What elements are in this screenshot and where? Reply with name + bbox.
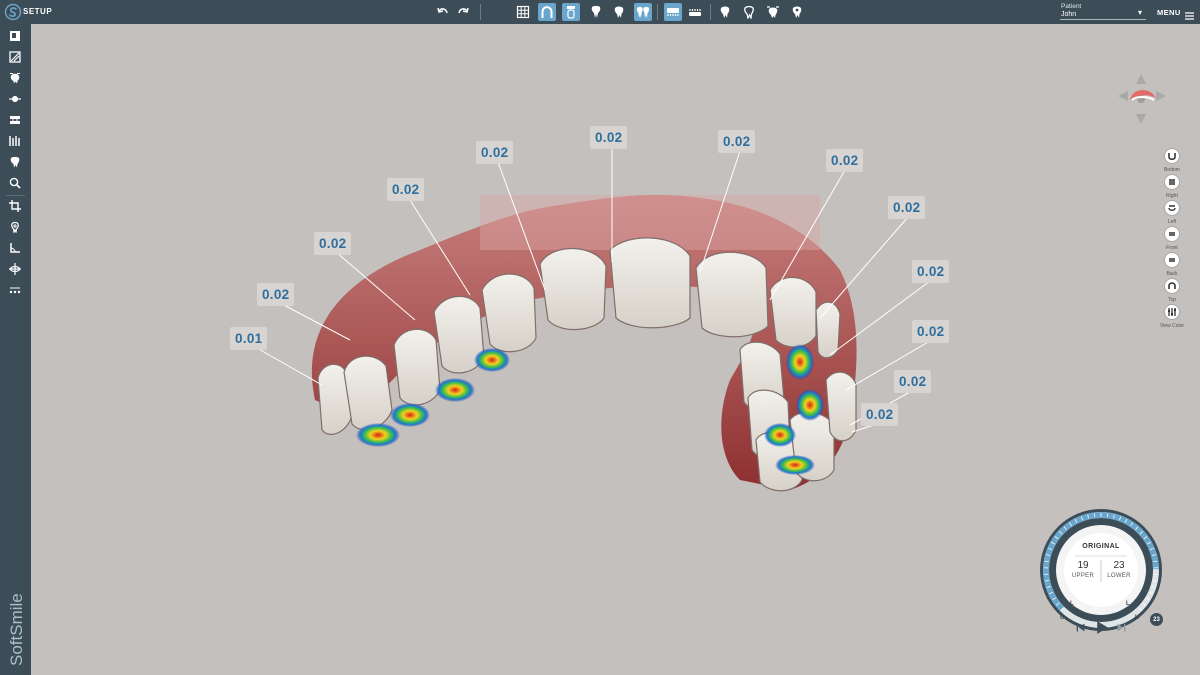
distance-label[interactable]: 0.02 [912, 320, 950, 343]
distance-label[interactable]: 0.02 [257, 283, 295, 306]
distance-label[interactable]: 0.02 [718, 130, 756, 153]
step-forward-icon[interactable] [1114, 620, 1128, 634]
stage-badge: 23 [1150, 613, 1163, 626]
view-left-label: Left [1167, 219, 1177, 225]
distance-label[interactable]: 0.01 [230, 327, 268, 350]
view-color-button[interactable] [1164, 304, 1180, 320]
orientation-gizmo[interactable] [1118, 74, 1166, 124]
distance-label[interactable]: 0.02 [387, 178, 425, 201]
front-view-icon [1169, 232, 1175, 236]
upper-marker: U [1060, 615, 1065, 621]
distance-label[interactable]: 0.02 [888, 196, 926, 219]
top-view-icon [1168, 282, 1176, 289]
distance-label[interactable]: 0.02 [590, 126, 628, 149]
view-bottom-button[interactable] [1164, 148, 1180, 164]
view-front-button[interactable] [1164, 226, 1180, 242]
view-back-button[interactable] [1164, 252, 1180, 268]
left-view-icon [1168, 205, 1176, 211]
step-back-icon[interactable] [1073, 620, 1087, 634]
distance-label[interactable]: 0.02 [912, 260, 950, 283]
view-top-label: Top [1167, 297, 1177, 303]
distance-label[interactable]: 0.02 [476, 141, 514, 164]
lower-label: LOWER [1107, 573, 1131, 579]
view-right-label: Right [1166, 193, 1178, 199]
distance-label[interactable]: 0.02 [314, 232, 352, 255]
upper-label: UPPER [1071, 573, 1095, 579]
view-front-label: Front [1166, 245, 1178, 251]
stage-dial[interactable] [1040, 509, 1162, 631]
view-bottom-label: Bottom [1164, 167, 1180, 173]
view-color-label: View Color [1159, 323, 1185, 329]
play-icon[interactable] [1092, 618, 1110, 636]
dental-model-scene [254, 74, 1166, 631]
view-back-label: Back [1166, 271, 1178, 277]
lower-start-marker: L [1126, 601, 1130, 607]
view-right-button[interactable] [1164, 174, 1180, 190]
distance-label[interactable]: 0.02 [826, 149, 864, 172]
upper-count: 19 [1077, 560, 1089, 571]
lower-count: 23 [1113, 560, 1125, 571]
upper-start-marker: L [1070, 601, 1074, 607]
back-view-icon [1169, 258, 1175, 262]
right-view-icon [1169, 179, 1175, 185]
bottom-view-icon [1168, 153, 1176, 161]
distance-label[interactable]: 0.02 [861, 403, 899, 426]
view-top-button[interactable] [1164, 278, 1180, 294]
lower-marker: U [1135, 615, 1140, 621]
view-color-icon [1168, 308, 1176, 316]
distance-label[interactable]: 0.02 [894, 370, 932, 393]
view-left-button[interactable] [1164, 200, 1180, 216]
stage-title: ORIGINAL [1082, 543, 1120, 550]
